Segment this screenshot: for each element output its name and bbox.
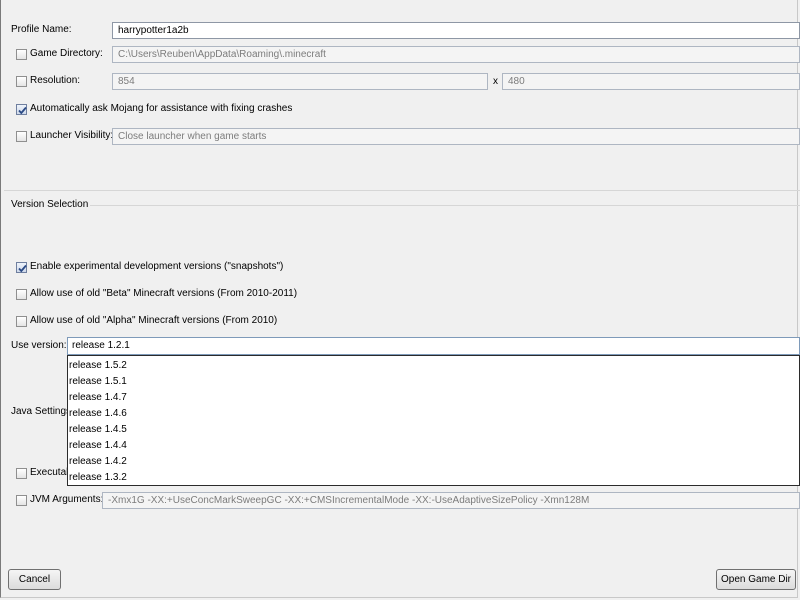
game-directory-checkbox[interactable] — [16, 49, 27, 60]
game-directory-label: Game Directory: — [30, 48, 103, 59]
resolution-height-input[interactable]: 480 — [502, 73, 800, 90]
version-option[interactable]: release 1.4.7 — [68, 391, 799, 404]
beta-label: Allow use of old "Beta" Minecraft versio… — [30, 288, 298, 299]
alpha-label: Allow use of old "Alpha" Minecraft versi… — [30, 315, 278, 326]
launcher-visibility-checkbox[interactable] — [16, 131, 27, 142]
resolution-checkbox[interactable] — [16, 76, 27, 87]
snapshots-checkbox[interactable] — [16, 262, 27, 273]
jvm-arguments-label: JVM Arguments: — [30, 494, 104, 505]
version-section-title: Version Selection — [11, 199, 89, 210]
game-directory-input[interactable]: C:\Users\Reuben\AppData\Roaming\.minecra… — [112, 46, 800, 63]
version-option[interactable]: release 1.5.2 — [68, 359, 799, 372]
open-game-dir-button[interactable]: Open Game Dir — [716, 569, 796, 590]
check-mark-icon — [18, 264, 27, 273]
cancel-button[interactable]: Cancel — [8, 569, 61, 590]
version-dropdown-list[interactable]: release 1.5.2 release 1.5.1 release 1.4.… — [67, 355, 800, 486]
alpha-checkbox[interactable] — [16, 316, 27, 327]
profile-name-label: Profile Name: — [11, 24, 72, 35]
version-option[interactable]: release 1.4.2 — [68, 455, 799, 468]
version-option[interactable]: release 1.4.6 — [68, 407, 799, 420]
jvm-arguments-checkbox[interactable] — [16, 495, 27, 506]
beta-checkbox[interactable] — [16, 289, 27, 300]
version-option[interactable]: release 1.5.1 — [68, 375, 799, 388]
version-option[interactable]: release 1.4.4 — [68, 439, 799, 452]
version-section-title-rule — [90, 205, 800, 206]
resolution-x-label: x — [493, 76, 498, 87]
resolution-label: Resolution: — [30, 75, 81, 86]
launcher-visibility-select[interactable]: Close launcher when game starts — [112, 128, 800, 145]
profile-name-input[interactable]: harrypotter1a2b — [112, 22, 800, 39]
java-section-title: Java Settings — [11, 406, 72, 417]
executable-checkbox[interactable] — [16, 468, 27, 479]
launcher-visibility-label: Launcher Visibility: — [30, 130, 114, 141]
mojang-assist-checkbox[interactable] — [16, 104, 27, 115]
version-combobox[interactable]: release 1.2.1 — [67, 337, 800, 355]
snapshots-label: Enable experimental development versions… — [30, 261, 284, 272]
executable-label: Executab — [30, 467, 72, 478]
jvm-arguments-input[interactable]: -Xmx1G -XX:+UseConcMarkSweepGC -XX:+CMSI… — [102, 492, 800, 509]
check-mark-icon — [18, 106, 27, 115]
version-option[interactable]: release 1.4.5 — [68, 423, 799, 436]
version-option[interactable]: release 1.3.2 — [68, 471, 799, 484]
version-section-divider — [4, 190, 800, 191]
resolution-width-input[interactable]: 854 — [112, 73, 488, 90]
mojang-assist-label: Automatically ask Mojang for assistance … — [30, 103, 293, 114]
use-version-label: Use version: — [11, 340, 67, 351]
